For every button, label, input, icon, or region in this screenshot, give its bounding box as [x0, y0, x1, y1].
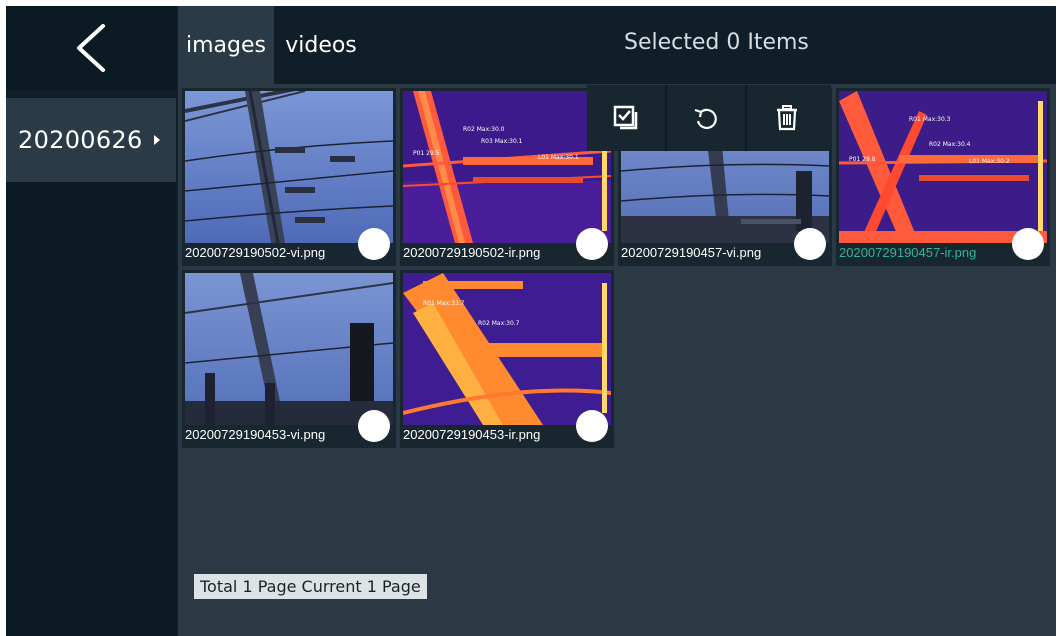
trash-icon	[777, 105, 797, 131]
back-arrow-icon	[77, 24, 105, 72]
gallery-item[interactable]: R02 Max:30.0 R03 Max:30.1 P01 29.5 L01 M…	[400, 88, 614, 266]
thumbnail-image: R01 Max:33.7 R02 Max:30.7	[403, 273, 611, 425]
select-all-button[interactable]	[587, 85, 667, 151]
refresh-button[interactable]	[667, 85, 747, 151]
gallery-item[interactable]: 20200729190453-vi.png	[182, 270, 396, 448]
gallery-item[interactable]: R01 Max:33.7 R02 Max:30.7 20200729190453…	[400, 270, 614, 448]
select-toggle[interactable]	[1012, 228, 1044, 260]
delete-button[interactable]	[747, 85, 827, 151]
file-name: 20200729190502-vi.png	[185, 245, 326, 260]
file-name: 20200729190457-vi.png	[621, 245, 762, 260]
file-name: 20200729190457-ir.png	[839, 245, 977, 260]
select-all-icon	[613, 105, 638, 130]
svg-text:R02 Max:30.0: R02 Max:30.0	[463, 126, 505, 133]
svg-text:L01 Max:30.2: L01 Max:30.2	[969, 158, 1010, 165]
svg-text:R01 Max:30.3: R01 Max:30.3	[909, 116, 951, 123]
select-toggle[interactable]	[576, 410, 608, 442]
file-name: 20200729190453-ir.png	[403, 427, 541, 442]
select-toggle[interactable]	[358, 228, 390, 260]
select-toggle[interactable]	[794, 228, 826, 260]
folder-label: 20200626	[18, 126, 143, 154]
sidebar: 20200626	[6, 98, 176, 636]
caret-right-icon	[154, 135, 160, 145]
svg-text:P01 29.5: P01 29.5	[413, 150, 440, 157]
tower-photo	[185, 273, 393, 425]
gallery-panel: 20200729190502-vi.png R02 Max:30.0 R03 M…	[178, 84, 1056, 636]
action-toolbar	[587, 85, 831, 151]
tab-videos[interactable]: videos	[276, 6, 366, 84]
tab-images[interactable]: images	[178, 6, 274, 84]
svg-text:R02 Max:30.4: R02 Max:30.4	[929, 141, 971, 148]
gallery-item[interactable]: R01 Max:30.3 R02 Max:30.4 P01 29.8 L01 M…	[836, 88, 1050, 266]
selected-count: Selected 0 Items	[624, 30, 809, 55]
thumbnail-image: R01 Max:30.3 R02 Max:30.4 P01 29.8 L01 M…	[839, 91, 1047, 243]
select-toggle[interactable]	[576, 228, 608, 260]
thermal-photo: R01 Max:33.7 R02 Max:30.7	[403, 273, 611, 425]
thumbnail-image	[185, 273, 393, 425]
select-toggle[interactable]	[358, 410, 390, 442]
thermal-photo: R01 Max:30.3 R02 Max:30.4 P01 29.8 L01 M…	[839, 91, 1047, 243]
tower-photo	[185, 91, 393, 243]
svg-text:P01 29.8: P01 29.8	[849, 156, 876, 163]
thumbnail-image: R02 Max:30.0 R03 Max:30.1 P01 29.5 L01 M…	[403, 91, 611, 243]
svg-text:R02 Max:30.7: R02 Max:30.7	[478, 320, 520, 327]
svg-text:R03 Max:30.1: R03 Max:30.1	[481, 138, 523, 145]
gallery-item[interactable]: 20200729190502-vi.png	[182, 88, 396, 266]
thumbnail-image	[185, 91, 393, 243]
pagination-info: Total 1 Page Current 1 Page	[194, 574, 427, 599]
svg-text:L01 Max:30.1: L01 Max:30.1	[538, 154, 579, 161]
file-name: 20200729190502-ir.png	[403, 245, 541, 260]
header: images videos Selected 0 Items	[178, 6, 1056, 84]
file-name: 20200729190453-vi.png	[185, 427, 326, 442]
svg-text:R01 Max:33.7: R01 Max:33.7	[423, 300, 465, 307]
back-button[interactable]	[6, 6, 176, 90]
gallery-app: 20200626 images videos Selected 0 Items	[6, 6, 1056, 636]
sidebar-item-folder[interactable]: 20200626	[6, 98, 176, 182]
refresh-icon	[694, 108, 717, 130]
thermal-photo: R02 Max:30.0 R03 Max:30.1 P01 29.5 L01 M…	[403, 91, 611, 243]
